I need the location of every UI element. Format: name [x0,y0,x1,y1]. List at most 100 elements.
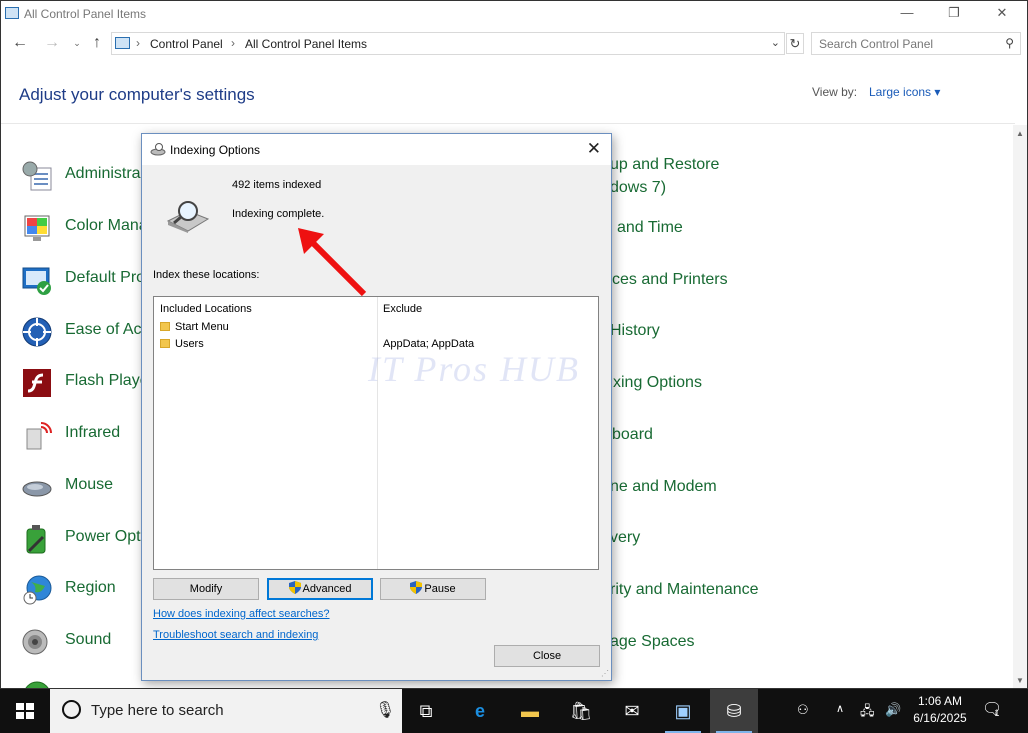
item-devices-printers[interactable]: ces and Printers [612,271,728,289]
indexing-icon [150,143,166,156]
breadcrumb-all-items[interactable]: All Control Panel Items [245,37,367,51]
index-locations-label: Index these locations: [153,269,260,281]
speech-recognition-icon [25,681,49,688]
minimize-button[interactable]: — [897,5,917,23]
taskbar-search-placeholder: Type here to search [91,702,224,719]
chevron-right-icon[interactable]: › [231,36,235,50]
item-backup-restore[interactable]: up and Restore [610,156,719,174]
dialog-close-icon[interactable]: ✕ [587,139,601,159]
search-icon: ⚲ [1005,36,1014,50]
mail-icon[interactable]: ✉ [608,689,656,733]
indexing-status: Indexing complete. [232,208,325,220]
chevron-right-icon[interactable]: › [136,36,140,50]
show-hidden-icons-chevron[interactable]: ∧ [836,702,844,715]
divider [1,123,1015,124]
location-name: Start Menu [175,321,229,333]
red-arrow-annotation [298,228,367,297]
included-locations-header[interactable]: Included Locations [160,303,252,315]
item-keyboard[interactable]: board [612,426,653,444]
chevron-down-icon[interactable]: ⌄ [771,36,780,49]
item-storage-spaces[interactable]: age Spaces [610,633,695,651]
action-center-icon[interactable]: 🗨1 [982,699,1007,719]
task-view-icon[interactable]: ⧉ [402,689,450,733]
item-backup-restore-line2[interactable]: dows 7) [610,179,666,197]
forward-button[interactable]: → [42,33,62,53]
item-label: Color Mana [65,217,148,234]
back-button[interactable]: ← [10,33,30,53]
indexing-status-icon [166,201,210,233]
item-indexing-options[interactable]: xing Options [613,374,702,392]
location-row[interactable]: Start Menu [160,321,229,333]
location-row[interactable]: Users [160,338,204,350]
item-security-maintenance[interactable]: rity and Maintenance [610,581,759,599]
item-recovery[interactable]: very [610,529,640,547]
administrative-tools-icon [22,161,52,191]
flash-player-icon [23,369,51,397]
microphone-icon[interactable]: 🎙 [375,700,395,720]
item-label: Mouse [65,476,114,493]
recent-locations-button[interactable]: ⌄ [67,33,87,53]
close-window-button[interactable]: ✕ [992,5,1012,23]
people-icon[interactable]: ⚇ [797,702,809,718]
item-label: Region [65,579,116,596]
item-file-history[interactable]: History [610,322,660,340]
windows-logo-icon [16,703,34,719]
troubleshoot-link[interactable]: Troubleshoot search and indexing [153,629,318,641]
network-icon[interactable]: 🖧 [860,702,875,724]
navigation-bar: ← → ⌄ ↑ › Control Panel › All Control Pa… [1,31,1027,57]
item-label: Infrared [65,424,121,441]
control-panel-icon [115,37,130,49]
search-input[interactable]: Search Control Panel ⚲ [811,32,1021,55]
view-by-label: View by: [812,85,858,99]
scroll-down-icon[interactable]: ▼ [1016,676,1024,685]
maximize-button[interactable]: ❐ [944,5,964,23]
view-by-dropdown[interactable]: Large icons ▾ [869,85,940,99]
default-programs-icon [22,267,51,295]
start-button[interactable] [0,689,50,733]
close-label: Close [532,650,562,662]
item-label: Ease of Acc [65,321,150,338]
refresh-button[interactable]: ↻ [786,33,804,54]
dialog-title: Indexing Options [170,143,261,157]
uac-shield-icon [410,581,423,594]
locations-table[interactable]: Included Locations Exclude Start Menu Us… [153,296,599,570]
title-bar: All Control Panel Items — ❐ ✕ [1,1,1027,29]
advanced-label: Advanced [302,583,352,595]
indexing-help-link[interactable]: How does indexing affect searches? [153,608,330,620]
vertical-scrollbar[interactable]: ▲ ▼ [1013,125,1027,688]
infrared-icon [26,422,52,450]
taskbar-search-box[interactable]: Type here to search 🎙 [50,689,402,733]
item-date-time[interactable]: and Time [617,219,683,237]
modify-button[interactable]: Modify [153,578,259,600]
window-title: All Control Panel Items [24,7,147,21]
taskbar: Type here to search 🎙 ⧉ e ▬ 🛍 ✉ ▣ ⛁ ⚇ ∧ … [0,689,1028,733]
scroll-up-icon[interactable]: ▲ [1016,129,1024,138]
uac-shield-icon [288,581,301,594]
resize-grip[interactable]: ⋰ [601,669,609,678]
taskbar-clock[interactable]: 1:06 AM 6/16/2025 [905,693,975,727]
mouse-icon [22,481,52,497]
page-title: Adjust your computer's settings [19,85,255,104]
volume-icon[interactable]: 🔊 [885,702,901,718]
store-icon[interactable]: 🛍 [557,689,605,733]
advanced-button[interactable]: Advanced [267,578,373,600]
view-by-value: Large icons [869,85,932,99]
pause-button[interactable]: Pause [380,578,486,600]
indexing-options-dialog: Indexing Options ✕ 492 items indexed Ind… [141,133,612,681]
control-panel-taskbar-icon[interactable]: ▣ [659,689,707,733]
item-phone-modem[interactable]: ne and Modem [610,478,717,496]
indexing-options-taskbar-icon[interactable]: ⛁ [710,689,758,733]
item-label: Flash Playe [65,372,149,389]
file-explorer-icon[interactable]: ▬ [506,689,554,733]
breadcrumb-control-panel[interactable]: Control Panel [150,37,223,51]
address-bar[interactable]: › Control Panel › All Control Panel Item… [111,32,785,55]
up-button[interactable]: ↑ [87,33,107,53]
exclude-header[interactable]: Exclude [383,303,422,315]
search-placeholder: Search Control Panel [819,37,934,51]
edge-browser-icon[interactable]: e [456,689,504,733]
item-label: Power Opt [65,528,141,545]
item-label: Sound [65,631,112,648]
clock-time: 1:06 AM [917,694,963,708]
close-button[interactable]: Close [494,645,600,667]
folder-icon [160,322,170,331]
